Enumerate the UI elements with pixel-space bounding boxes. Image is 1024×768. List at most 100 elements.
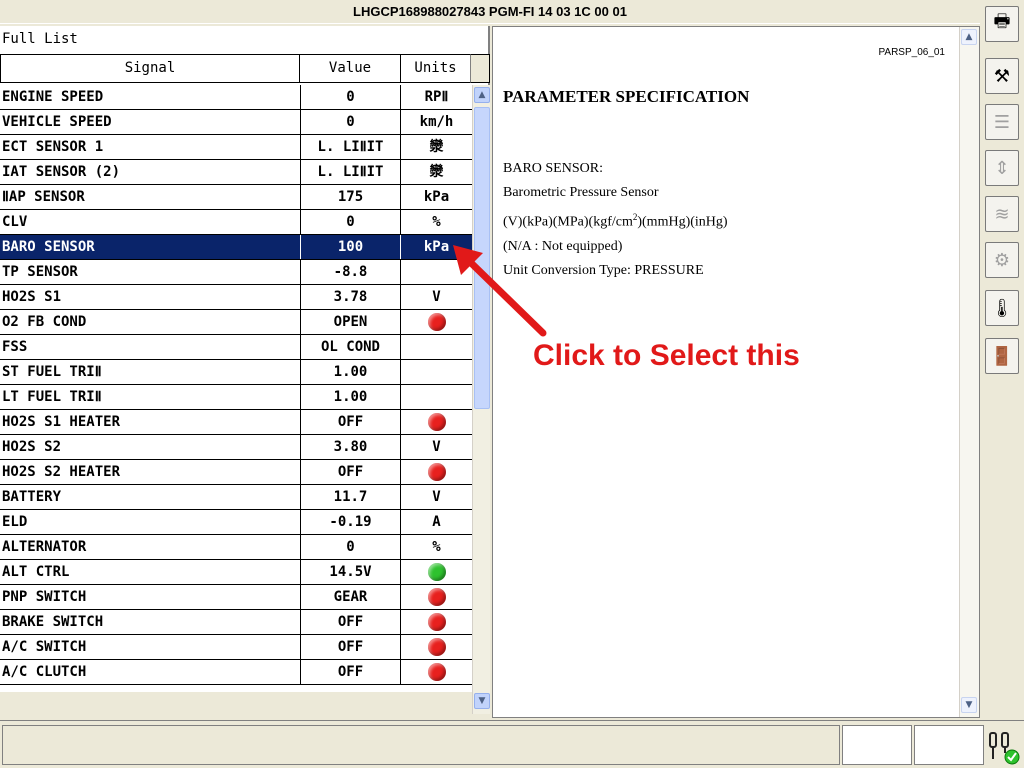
signal-name: O2 FB COND: [2, 314, 87, 330]
status-field-2: [914, 725, 984, 765]
connection-status-icon[interactable]: [986, 727, 1020, 765]
table-row[interactable]: LT FUEL TRIⅡ 1.00: [0, 385, 472, 410]
table-row[interactable]: ST FUEL TRIⅡ 1.00: [0, 360, 472, 385]
status-indicator: [400, 585, 472, 609]
table-row[interactable]: ALT CTRL 14.5V: [0, 560, 472, 585]
signal-units: km/h: [400, 110, 472, 134]
callout-arrow-icon: [453, 245, 547, 337]
scroll-up-icon[interactable]: ▲: [474, 87, 490, 103]
table-row[interactable]: HO2S S1 HEATER OFF: [0, 410, 472, 435]
status-indicator: [400, 635, 472, 659]
signal-name: ENGINE SPEED: [2, 89, 104, 105]
table-row[interactable]: TP SENSOR -8.8: [0, 260, 472, 285]
signal-name: BARO SENSOR: [2, 239, 95, 255]
table-row[interactable]: A/C CLUTCH OFF: [0, 660, 472, 685]
table-row[interactable]: PNP SWITCH GEAR: [0, 585, 472, 610]
info-units-text-end: )(mmHg)(inHg): [637, 214, 728, 230]
table-row[interactable]: ALTERNATOR 0%: [0, 535, 472, 560]
signal-name: IAT SENSOR (2): [2, 164, 121, 180]
signal-value: 0: [300, 85, 400, 109]
list-icon: ☰: [993, 111, 1011, 133]
signal-name: A/C CLUTCH: [2, 664, 87, 680]
signal-value: 3.80: [300, 435, 400, 459]
red-light-icon: [427, 588, 446, 606]
column-header-value[interactable]: Value: [299, 54, 401, 83]
snapshot-button[interactable]: ⚙: [985, 242, 1019, 278]
signal-value: 1.00: [300, 360, 400, 384]
signal-units: kPa: [400, 185, 472, 209]
tools-button[interactable]: ⚒: [985, 58, 1019, 94]
signal-value: 175: [300, 185, 400, 209]
signal-value: 14.5V: [300, 560, 400, 584]
exit-icon: 🚪: [990, 345, 1014, 367]
updown-icon: ⇕: [994, 157, 1010, 179]
signal-name: HO2S S1 HEATER: [2, 414, 121, 430]
red-light-icon: [427, 638, 446, 656]
signal-name: BATTERY: [2, 489, 62, 505]
signal-value: OFF: [300, 660, 400, 684]
table-row[interactable]: BATTERY 11.7 V: [0, 485, 472, 510]
info-scroll-up-icon[interactable]: ▲: [961, 29, 977, 45]
column-header-signal[interactable]: Signal: [0, 54, 300, 83]
updown-button[interactable]: ⇕: [985, 150, 1019, 186]
table-row[interactable]: IAT SENSOR (2) L. LIⅡIT 灓: [0, 160, 472, 185]
thermometer-button[interactable]: 🌡: [985, 290, 1019, 326]
table-row[interactable]: CLV 0%: [0, 210, 472, 235]
table-row[interactable]: HO2S S2 3.80 V: [0, 435, 472, 460]
red-light-icon: [427, 413, 446, 431]
signal-name: CLV: [2, 214, 28, 230]
signal-name: TP SENSOR: [2, 264, 78, 280]
status-indicator: [400, 460, 472, 484]
table-row[interactable]: ECT SENSOR 1 L. LIⅡIT 灓: [0, 135, 472, 160]
table-row[interactable]: ELD -0.19 A: [0, 510, 472, 535]
green-light-icon: [427, 563, 446, 581]
graph-button[interactable]: ≋: [985, 196, 1019, 232]
table-row[interactable]: ⅡAP SENSOR 175 kPa: [0, 185, 472, 210]
signal-name: ST FUEL TRIⅡ: [2, 364, 102, 380]
info-scrollbar[interactable]: ▲ ▼: [959, 27, 979, 717]
signal-value: OFF: [300, 610, 400, 634]
signal-name: ALT CTRL: [2, 564, 70, 580]
table-row[interactable]: O2 FB COND OPEN: [0, 310, 472, 335]
signal-value: 1.00: [300, 385, 400, 409]
table-row[interactable]: A/C SWITCH OFF: [0, 635, 472, 660]
info-scroll-down-icon[interactable]: ▼: [961, 697, 977, 713]
thermometer-icon: 🌡: [990, 297, 1014, 319]
list-button[interactable]: ☰: [985, 104, 1019, 140]
scroll-down-icon[interactable]: ▼: [474, 693, 490, 709]
signal-value: OFF: [300, 410, 400, 434]
print-button[interactable]: 🖶: [985, 6, 1019, 42]
status-field-1: [842, 725, 912, 765]
info-line-2: Barometric Pressure Sensor: [503, 185, 659, 200]
signal-value: OFF: [300, 460, 400, 484]
red-light-icon: [427, 663, 446, 681]
signal-name: LT FUEL TRIⅡ: [2, 389, 102, 405]
status-indicator: [400, 610, 472, 634]
red-light-icon: [427, 613, 446, 631]
signal-value: 100: [300, 235, 400, 259]
red-light-icon: [427, 463, 446, 481]
red-light-icon: [427, 313, 446, 331]
table-row[interactable]: HO2S S2 HEATER OFF: [0, 460, 472, 485]
app-window: LHGCP168988027843 PGM-FI 14 03 1C 00 01 …: [0, 0, 1024, 768]
table-row[interactable]: FSS OL COND: [0, 335, 472, 360]
signal-units: %: [400, 210, 472, 234]
signal-name: A/C SWITCH: [2, 639, 87, 655]
table-row[interactable]: BARO SENSOR 100 kPa: [0, 235, 472, 260]
signal-units: 灓: [400, 135, 472, 159]
signal-units: V: [400, 485, 472, 509]
column-header-units[interactable]: Units: [400, 54, 471, 83]
list-scrollbar[interactable]: ▲ ▼: [472, 85, 490, 714]
parameter-info-panel: PARSP_06_01 PARAMETER SPECIFICATION BARO…: [453, 26, 980, 718]
status-message-field: [2, 725, 840, 765]
table-row[interactable]: BRAKE SWITCH OFF: [0, 610, 472, 635]
table-row[interactable]: ENGINE SPEED 0 RPⅡ: [0, 85, 472, 110]
list-caption: Full List: [2, 31, 78, 47]
data-list-panel: Full List Signal Value Units ENGINE SPEE…: [0, 26, 490, 714]
table-row[interactable]: VEHICLE SPEED 0 km/h: [0, 110, 472, 135]
info-title: PARAMETER SPECIFICATION: [503, 87, 750, 106]
exit-button[interactable]: 🚪: [985, 338, 1019, 374]
signal-name: VEHICLE SPEED: [2, 114, 112, 130]
table-row[interactable]: HO2S S1 3.78 V: [0, 285, 472, 310]
info-code: PARSP_06_01: [878, 47, 945, 58]
